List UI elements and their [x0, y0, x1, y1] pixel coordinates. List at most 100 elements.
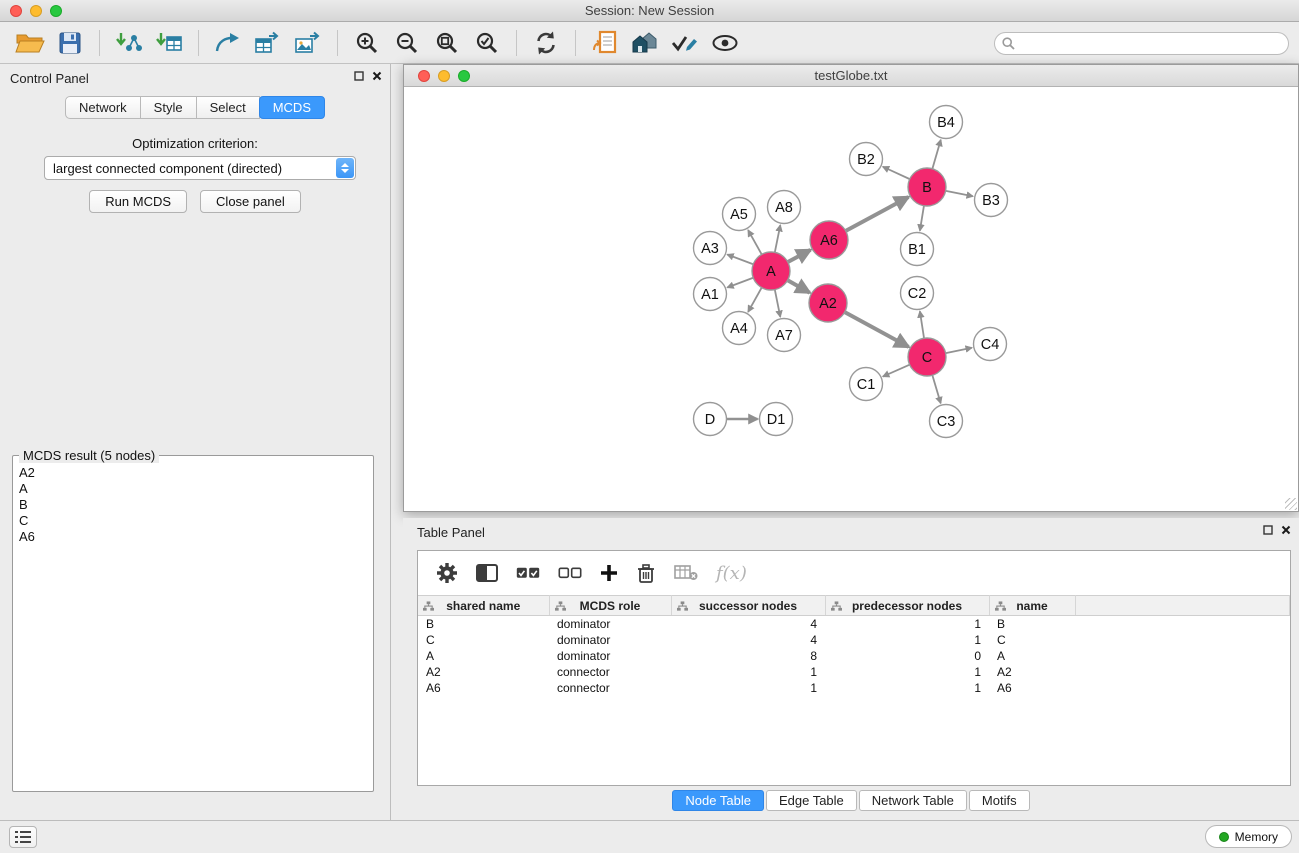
- import-table-button[interactable]: [149, 26, 189, 60]
- graph-node-B[interactable]: B: [908, 168, 946, 206]
- graph-node-A2[interactable]: A2: [809, 284, 847, 322]
- task-history-button[interactable]: [9, 826, 37, 848]
- graph-edge-C-C1[interactable]: [883, 364, 911, 376]
- table-cell[interactable]: B: [418, 616, 549, 632]
- table-cell[interactable]: A2: [989, 664, 1075, 680]
- table-cell[interactable]: 4: [671, 616, 825, 632]
- network-from-clipboard-button[interactable]: [585, 26, 625, 60]
- annotation-check-button[interactable]: [665, 26, 705, 60]
- zoom-fit-button[interactable]: [427, 26, 467, 60]
- table-cell[interactable]: 1: [825, 616, 989, 632]
- table-row[interactable]: Bdominator41B: [418, 616, 1290, 632]
- table-cell[interactable]: 8: [671, 648, 825, 664]
- graph-node-D[interactable]: D: [694, 403, 727, 436]
- run-mcds-button[interactable]: Run MCDS: [89, 190, 187, 213]
- show-columns-button[interactable]: [476, 564, 498, 582]
- table-cell[interactable]: 4: [671, 632, 825, 648]
- show-hide-button[interactable]: [705, 26, 745, 60]
- column-header-successor-nodes[interactable]: successor nodes: [671, 596, 825, 616]
- tab-network-table[interactable]: Network Table: [859, 790, 967, 811]
- table-cell[interactable]: dominator: [549, 632, 671, 648]
- delete-column-button[interactable]: [636, 563, 656, 584]
- zoom-selected-button[interactable]: [467, 26, 507, 60]
- graph-node-A[interactable]: A: [752, 252, 790, 290]
- table-row[interactable]: A6connector11A6: [418, 680, 1290, 696]
- create-column-button[interactable]: [600, 564, 618, 582]
- graph-node-A4[interactable]: A4: [723, 312, 756, 345]
- graph-node-A6[interactable]: A6: [810, 221, 848, 259]
- table-cell[interactable]: 1: [825, 632, 989, 648]
- mcds-result-item[interactable]: A2: [19, 465, 373, 481]
- graph-edge-C-C4[interactable]: [945, 348, 972, 354]
- table-cell[interactable]: B: [989, 616, 1075, 632]
- table-settings-button[interactable]: [436, 562, 458, 584]
- save-session-button[interactable]: [50, 26, 90, 60]
- graph-edge-A-A3[interactable]: [727, 255, 754, 265]
- table-cell[interactable]: A6: [418, 680, 549, 696]
- table-cell[interactable]: A: [418, 648, 549, 664]
- graph-node-B2[interactable]: B2: [850, 143, 883, 176]
- column-header-shared-name[interactable]: shared name: [418, 596, 549, 616]
- graph-node-A8[interactable]: A8: [768, 191, 801, 224]
- graph-edge-A-A2[interactable]: [787, 280, 810, 293]
- tab-edge-table[interactable]: Edge Table: [766, 790, 857, 811]
- table-cell[interactable]: 0: [825, 648, 989, 664]
- graph-node-B1[interactable]: B1: [901, 233, 934, 266]
- graph-node-A3[interactable]: A3: [694, 232, 727, 265]
- export-image-button[interactable]: [288, 26, 328, 60]
- close-panel-icon[interactable]: [372, 71, 382, 81]
- table-cell[interactable]: C: [418, 632, 549, 648]
- mcds-result-item[interactable]: B: [19, 497, 373, 513]
- graph-edge-A-A1[interactable]: [727, 277, 754, 287]
- graph-edge-A6-B[interactable]: [845, 197, 909, 231]
- graph-node-D1[interactable]: D1: [760, 403, 793, 436]
- column-header-predecessor-nodes[interactable]: predecessor nodes: [825, 596, 989, 616]
- table-cell[interactable]: A2: [418, 664, 549, 680]
- graph-edge-A-A5[interactable]: [748, 230, 762, 255]
- minimize-window-button[interactable]: [30, 5, 42, 17]
- function-builder-button[interactable]: f(x): [716, 563, 747, 584]
- tab-mcds[interactable]: MCDS: [259, 96, 325, 119]
- close-table-panel-icon[interactable]: [1281, 525, 1291, 535]
- zoom-out-button[interactable]: [387, 26, 427, 60]
- graph-node-A5[interactable]: A5: [723, 198, 756, 231]
- graph-edge-B-B1[interactable]: [920, 205, 924, 231]
- zoom-network-window-button[interactable]: [458, 70, 470, 82]
- graph-edge-A2-C[interactable]: [844, 312, 909, 347]
- table-row[interactable]: Adominator80A: [418, 648, 1290, 664]
- table-cell[interactable]: connector: [549, 664, 671, 680]
- table-cell[interactable]: dominator: [549, 648, 671, 664]
- tab-network[interactable]: Network: [65, 96, 141, 119]
- close-window-button[interactable]: [10, 5, 22, 17]
- window-resize-handle[interactable]: [1285, 498, 1297, 510]
- tab-select[interactable]: Select: [196, 96, 260, 119]
- tab-style[interactable]: Style: [140, 96, 197, 119]
- graph-edge-A-A4[interactable]: [748, 287, 762, 312]
- graph-node-B3[interactable]: B3: [975, 184, 1008, 217]
- float-table-panel-icon[interactable]: [1263, 525, 1273, 535]
- table-cell[interactable]: 1: [825, 680, 989, 696]
- refresh-button[interactable]: [526, 26, 566, 60]
- graph-edge-A-A8[interactable]: [775, 225, 781, 253]
- graph-node-C3[interactable]: C3: [930, 405, 963, 438]
- mcds-result-item[interactable]: C: [19, 513, 373, 529]
- graph-edge-C-C2[interactable]: [920, 311, 924, 339]
- graph-edge-A-A6[interactable]: [787, 250, 811, 263]
- optimization-criterion-dropdown[interactable]: largest connected component (directed): [44, 156, 356, 180]
- mcds-result-item[interactable]: A: [19, 481, 373, 497]
- table-cell[interactable]: A6: [989, 680, 1075, 696]
- zoom-window-button[interactable]: [50, 5, 62, 17]
- graph-node-C[interactable]: C: [908, 338, 946, 376]
- open-session-button[interactable]: [10, 26, 50, 60]
- column-header-mcds-role[interactable]: MCDS role: [549, 596, 671, 616]
- tab-motifs[interactable]: Motifs: [969, 790, 1030, 811]
- table-cell[interactable]: connector: [549, 680, 671, 696]
- network-canvas[interactable]: AA6A2BCA1A3A4A5A7A8B1B2B3B4C1C2C3C4DD1: [404, 88, 1298, 511]
- deselect-all-columns-button[interactable]: [558, 567, 582, 579]
- graph-edge-B-B2[interactable]: [883, 167, 911, 180]
- graph-node-C2[interactable]: C2: [901, 277, 934, 310]
- table-cell[interactable]: 1: [825, 664, 989, 680]
- float-panel-icon[interactable]: [354, 71, 364, 81]
- select-all-columns-button[interactable]: [516, 567, 540, 579]
- tab-node-table[interactable]: Node Table: [672, 790, 764, 811]
